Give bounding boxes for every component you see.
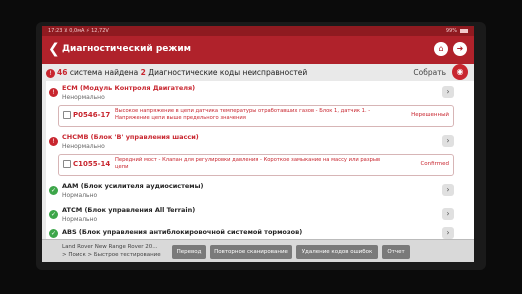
collect-button[interactable]: Собрать	[413, 66, 446, 80]
system-name: ATCM (Блок управления All Terrain)	[62, 206, 196, 214]
dtc-state: Confirmed	[420, 161, 449, 167]
system-name: ECM (Модуль Контроля Двигателя)	[62, 84, 196, 92]
translate-button[interactable]: Перевод	[172, 245, 206, 259]
systems-count: 46	[57, 68, 68, 77]
app-screen: 17:23 ⊻ 0,0мА ⚡ 12,72V 99% ❮ Диагностиче…	[42, 26, 474, 262]
status-bar-left: 17:23 ⊻ 0,0мА ⚡ 12,72V	[48, 28, 109, 34]
breadcrumb: Land Rover New Range Rover 20... > Поиск…	[62, 243, 172, 259]
dtc-code: C1055-14	[73, 160, 111, 168]
system-item-chcmb[interactable]: ! CHCMB (Блок 'B' управления шасси) Нено…	[46, 130, 474, 180]
report-button[interactable]: Отчет	[382, 245, 410, 259]
app-header: ❮ Диагностический режим ⌂ ➜	[42, 36, 474, 64]
system-item-ecm[interactable]: ! ECM (Модуль Контроля Двигателя) Ненорм…	[46, 81, 474, 131]
home-icon[interactable]: ⌂	[434, 42, 448, 56]
chevron-right-icon[interactable]: ›	[442, 135, 454, 147]
dtc-item[interactable]: P0546-17 Высокое напряжение в цепи датчи…	[58, 105, 454, 127]
chevron-right-icon[interactable]: ›	[442, 227, 454, 239]
system-status: Ненормально	[62, 94, 105, 101]
system-status: Ненормально	[62, 143, 105, 150]
summary-text-2: Диагностические коды неисправностей	[145, 68, 308, 77]
battery-icon	[460, 28, 468, 33]
bottom-toolbar: Land Rover New Range Rover 20... > Поиск…	[42, 239, 474, 262]
page-title: Диагностический режим	[62, 44, 191, 54]
chevron-right-icon[interactable]: ›	[442, 86, 454, 98]
system-status: Нормально	[62, 192, 98, 199]
system-name: ABS (Блок управления антиблокировочной с…	[62, 228, 303, 236]
exit-icon[interactable]: ➜	[453, 42, 467, 56]
dtc-checkbox[interactable]	[63, 111, 71, 119]
camera-icon[interactable]: ◉	[452, 64, 468, 80]
error-status-icon: !	[49, 88, 58, 97]
summary-text-1: система найдена	[67, 68, 141, 77]
system-item-atcm[interactable]: ✓ ATCM (Блок управления All Terrain) Нор…	[46, 203, 474, 228]
status-bar-right: 99%	[446, 26, 468, 36]
clear-codes-button[interactable]: Удаление кодов ошибок	[296, 245, 378, 259]
dtc-state: Нерешенный	[411, 112, 449, 118]
alert-icon: !	[46, 68, 55, 78]
scan-summary: ! 46 система найдена 2 Диагностические ко…	[46, 66, 470, 80]
ok-status-icon: ✓	[49, 229, 58, 238]
dtc-item[interactable]: C1055-14 Передний мост - Клапан для регу…	[58, 154, 454, 176]
breadcrumb-vehicle: Land Rover New Range Rover 20...	[62, 244, 158, 250]
system-status: Нормально	[62, 216, 98, 223]
dtc-description: Высокое напряжение в цепи датчика темпер…	[115, 108, 371, 121]
back-arrow-icon[interactable]: ❮	[48, 41, 60, 57]
system-name: CHCMB (Блок 'B' управления шасси)	[62, 133, 199, 141]
chevron-right-icon[interactable]: ›	[442, 208, 454, 220]
battery-percent: 99%	[445, 28, 457, 34]
error-status-icon: !	[49, 137, 58, 146]
rescan-button[interactable]: Повторное сканирование	[210, 245, 292, 259]
system-name: AAM (Блок усилителя аудиосистемы)	[62, 182, 204, 190]
chevron-right-icon[interactable]: ›	[442, 184, 454, 196]
dtc-checkbox[interactable]	[63, 160, 71, 168]
ok-status-icon: ✓	[49, 186, 58, 195]
dtc-code: P0546-17	[73, 111, 111, 119]
status-bar: 17:23 ⊻ 0,0мА ⚡ 12,72V 99%	[42, 26, 474, 36]
breadcrumb-path[interactable]: > Поиск > Быстрое тестирование	[62, 251, 172, 259]
dtc-description: Передний мост - Клапан для регулировки д…	[115, 157, 381, 170]
system-item-aam[interactable]: ✓ AAM (Блок усилителя аудиосистемы) Норм…	[46, 179, 474, 204]
ok-status-icon: ✓	[49, 210, 58, 219]
